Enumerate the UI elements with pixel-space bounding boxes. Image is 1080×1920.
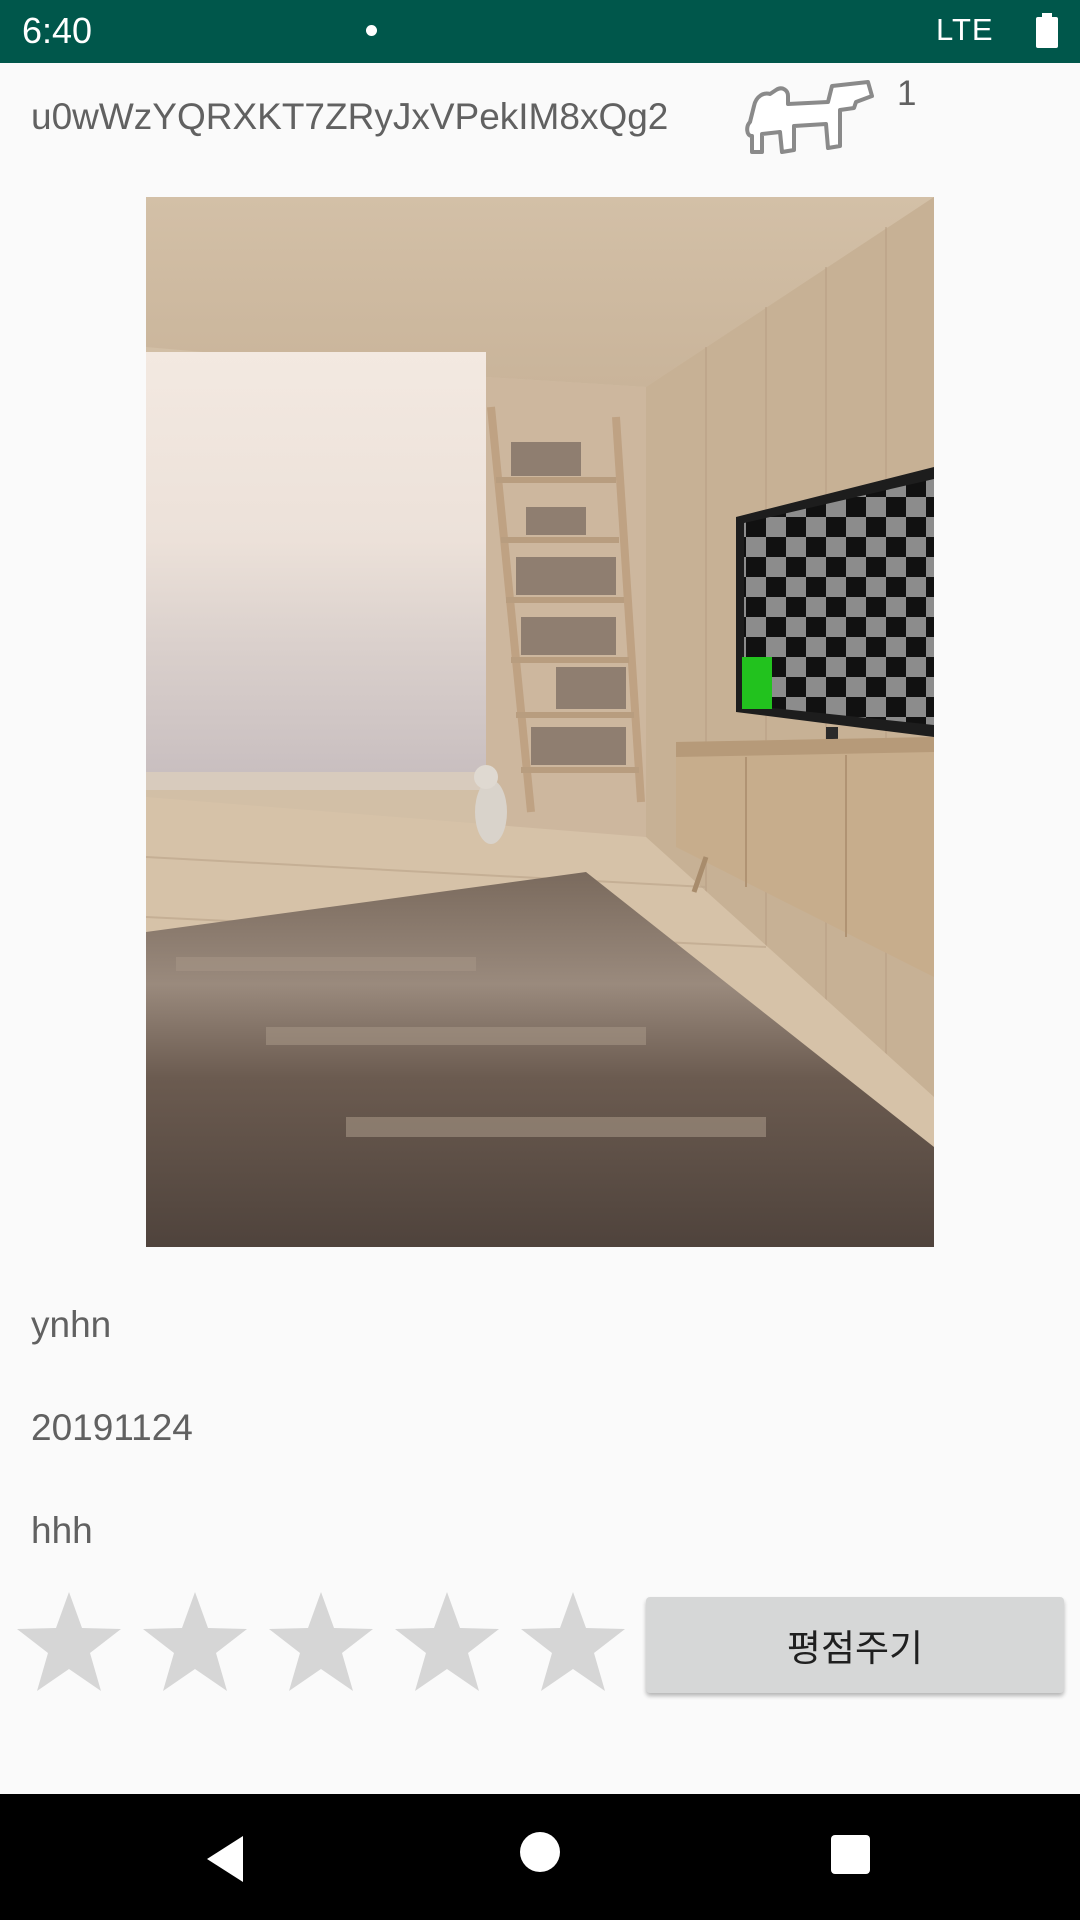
count-badge: 1 [897,74,917,113]
item-description: hhh [31,1510,93,1551]
item-date: 20191124 [31,1407,193,1448]
star-4-icon[interactable] [392,1590,502,1694]
status-bar: 6:40 LTE [0,0,1080,63]
rating-bar[interactable] [14,1590,634,1694]
user-id-text: u0wWzYQRXKT7ZRyJxVPekIM8xQg2 [31,96,669,137]
dog-outline-icon [740,76,880,160]
status-time: 6:40 [22,10,93,51]
battery-icon [1036,13,1058,48]
notification-dot-icon [366,25,377,36]
star-2-icon[interactable] [140,1590,250,1694]
network-label: LTE [936,12,994,47]
star-3-icon[interactable] [266,1590,376,1694]
back-icon[interactable] [203,1834,253,1884]
star-1-icon[interactable] [14,1590,124,1694]
rate-button[interactable]: 평점주기 [646,1597,1064,1693]
room-photo [146,197,934,1247]
navigation-bar [0,1794,1080,1920]
home-icon[interactable] [520,1832,560,1872]
star-5-icon[interactable] [518,1590,628,1694]
item-name: ynhn [31,1304,112,1345]
recents-icon[interactable] [831,1835,870,1874]
